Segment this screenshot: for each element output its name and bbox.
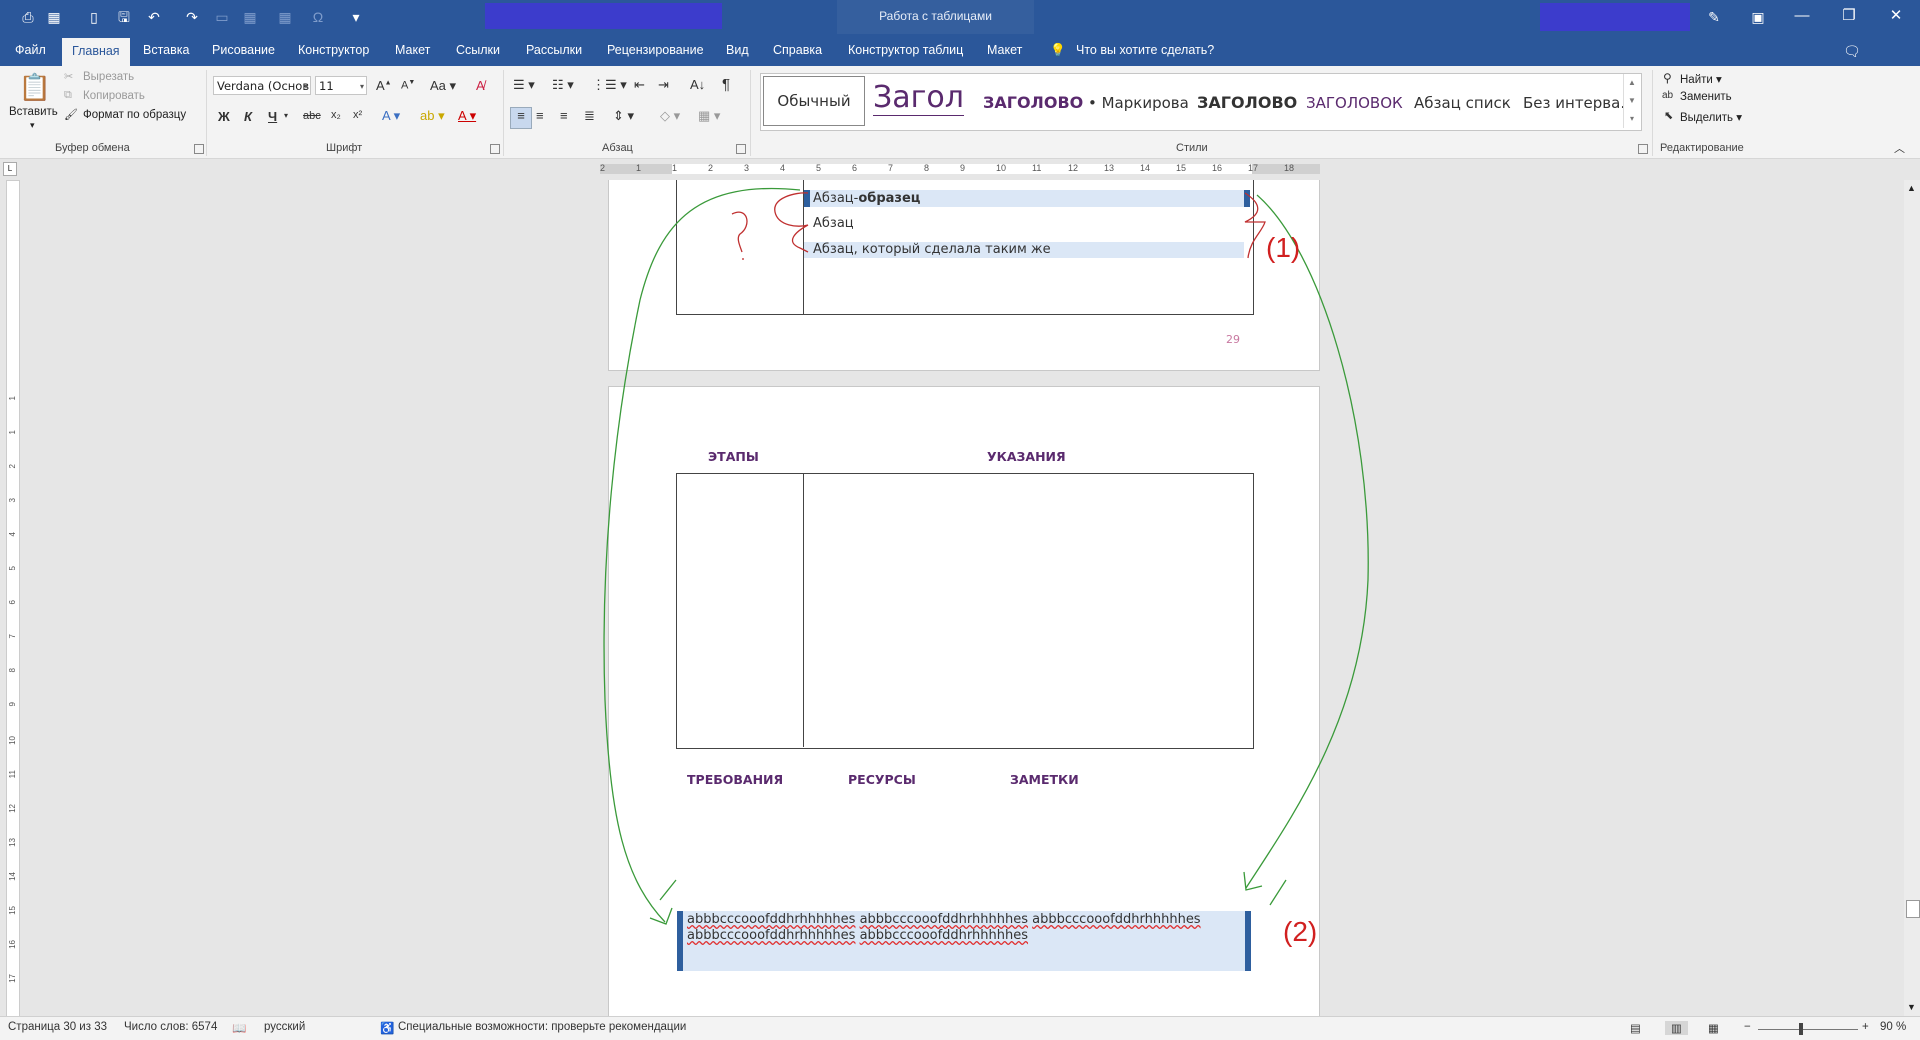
ink-green-arrowhead-left	[649, 879, 677, 925]
vertical-scrollbar[interactable]: ▲ ▼	[1904, 180, 1920, 1016]
zoom-slider[interactable]	[1758, 1029, 1858, 1030]
accessibility-status[interactable]: Специальные возможности: проверьте реком…	[398, 1021, 686, 1033]
zoom-slider-thumb[interactable]	[1799, 1023, 1803, 1035]
scroll-up-icon[interactable]: ▲	[1907, 183, 1916, 193]
proofing-icon[interactable]: 📖	[232, 1021, 246, 1035]
zoom-out-icon[interactable]: −	[1744, 1021, 1751, 1033]
annotation-1: (1)	[1266, 232, 1301, 263]
scroll-thumb[interactable]	[1906, 900, 1920, 918]
ink-red-bracket-2	[1244, 192, 1266, 259]
page-counter[interactable]: Страница 30 из 33	[8, 1021, 107, 1033]
print-layout-icon[interactable]: ▥	[1665, 1021, 1688, 1035]
language-indicator[interactable]: русский	[264, 1021, 305, 1033]
read-mode-icon[interactable]: ▤	[1630, 1021, 1641, 1035]
accessibility-icon: ♿	[380, 1023, 395, 1035]
zoom-level[interactable]: 90 %	[1880, 1021, 1906, 1033]
web-layout-icon[interactable]: ▦	[1708, 1021, 1719, 1035]
word-count[interactable]: Число слов: 6574	[124, 1021, 217, 1033]
ink-red-bracket-1	[774, 192, 809, 253]
annotation-2: (2)	[1283, 916, 1318, 947]
ink-green-left-curve	[603, 187, 801, 923]
ink-annotations	[603, 187, 1369, 925]
status-bar: Страница 30 из 33 Число слов: 6574 📖 рус…	[0, 1016, 1920, 1040]
zoom-in-icon[interactable]: +	[1862, 1021, 1869, 1033]
ink-green-right-curve	[1245, 194, 1369, 889]
ink-red-question	[731, 211, 748, 260]
ink-green-arrowhead-right	[1243, 871, 1287, 906]
scroll-down-icon[interactable]: ▼	[1907, 1002, 1916, 1012]
